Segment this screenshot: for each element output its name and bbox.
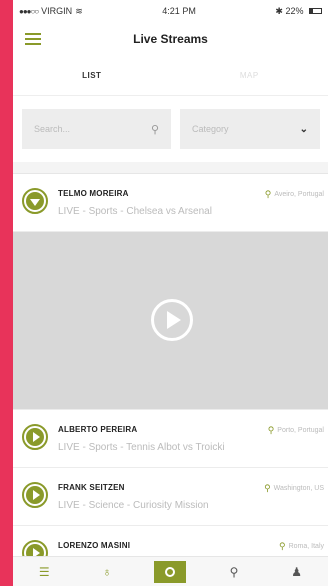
view-tabs: LIST MAP — [13, 56, 328, 96]
play-stream-icon[interactable] — [22, 424, 48, 450]
category-select[interactable]: Category ⌄ — [180, 109, 320, 149]
search-icon: ⚲ — [150, 123, 159, 136]
streamer-name: ALBERTO PEREIRA — [58, 425, 138, 434]
battery-icon — [308, 8, 322, 15]
carrier-label: VIRGIN — [41, 6, 73, 16]
streamer-name: LORENZO MASINI — [58, 541, 131, 550]
stream-location: ⚲ Roma, Italy — [279, 541, 324, 552]
stream-description: LIVE - Sports - Tennis Albot vs Troicki — [58, 442, 225, 453]
bottom-tab-bar: ☰ ♁ ⚲ ♟ — [13, 556, 328, 586]
battery-label: 22% — [285, 5, 304, 16]
tab-list[interactable]: LIST — [13, 56, 171, 95]
location-text: Porto, Portugal — [277, 427, 324, 434]
search-placeholder: Search... — [34, 124, 71, 134]
location-pin-icon: ⚲ — [267, 425, 275, 435]
filter-bar: Search... ⚲ Category ⌄ — [13, 96, 328, 162]
wifi-icon: ≋ — [75, 5, 83, 16]
location-text: Roma, Italy — [288, 543, 324, 550]
video-player[interactable] — [13, 232, 328, 410]
location-pin-icon: ⚲ — [279, 541, 286, 551]
chevron-down-icon: ⌄ — [299, 123, 308, 135]
signal-icon: ●●●○○ — [19, 6, 39, 16]
lightbulb-icon[interactable]: ♁ — [92, 565, 122, 579]
status-right: ✱ 22% — [275, 6, 322, 17]
stream-status-icon — [22, 188, 48, 214]
search-icon[interactable]: ⚲ — [219, 565, 249, 579]
location-pin-icon: ⚲ — [264, 189, 272, 199]
streamer-name: TELMO MOREIRA — [58, 189, 129, 198]
page-title: Live Streams — [133, 32, 208, 46]
search-input[interactable]: Search... ⚲ — [22, 109, 171, 149]
stream-location: ⚲ Porto, Portugal — [268, 425, 324, 436]
camera-icon[interactable] — [154, 560, 187, 583]
stream-location: ⚲ Aveiro, Portugal — [265, 189, 324, 200]
play-icon[interactable] — [151, 299, 193, 341]
location-text: Washington, US — [273, 485, 324, 492]
tab-map[interactable]: MAP — [171, 56, 328, 95]
time-label: 4:21 PM — [162, 6, 196, 16]
streamer-name: FRANK SEITZEN — [58, 483, 125, 492]
list-icon[interactable]: ☰ — [29, 565, 59, 579]
bluetooth-icon: ✱ — [275, 5, 283, 16]
location-pin-icon: ⚲ — [264, 483, 271, 493]
phone-screen: ●●●○○ VIRGIN ≋ 4:21 PM ✱ 22% Live Stream… — [13, 0, 328, 586]
stream-description: LIVE - Sports - Chelsea vs Arsenal — [58, 206, 212, 217]
stream-description: LIVE - Science - Curiosity Mission — [58, 500, 209, 511]
menu-icon[interactable] — [25, 33, 41, 45]
profile-icon[interactable]: ♟ — [282, 565, 312, 579]
status-left: ●●●○○ VIRGIN ≋ — [19, 6, 83, 17]
category-label: Category — [192, 124, 229, 134]
location-text: Aveiro, Portugal — [274, 191, 324, 198]
status-bar: ●●●○○ VIRGIN ≋ 4:21 PM ✱ 22% — [13, 0, 328, 22]
stream-location: ⚲ Washington, US — [264, 483, 324, 494]
stream-item[interactable]: FRANK SEITZEN ⚲ Washington, US LIVE - Sci… — [13, 468, 328, 526]
divider — [13, 162, 328, 174]
stream-item[interactable]: ALBERTO PEREIRA ⚲ Porto, Portugal LIVE - … — [13, 410, 328, 468]
play-stream-icon[interactable] — [22, 482, 48, 508]
stream-item[interactable]: TELMO MOREIRA ⚲ Aveiro, Portugal LIVE - S… — [13, 174, 328, 232]
app-header: Live Streams — [13, 22, 328, 56]
